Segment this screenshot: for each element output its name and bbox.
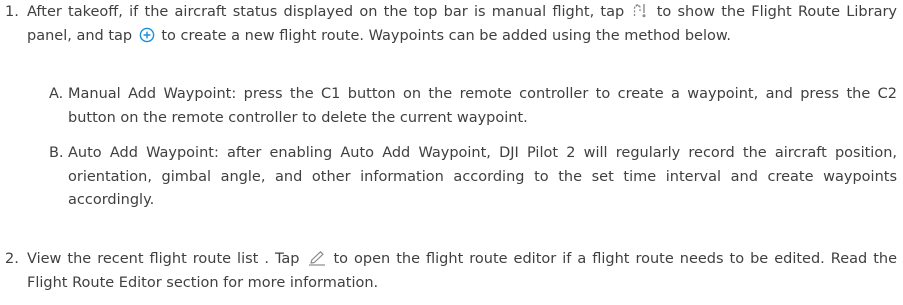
substep-letter: B. [49, 145, 64, 161]
step-2: 2. View the recent flight route list . T… [5, 248, 897, 295]
step-1: 1. After takeoff, if the aircraft status… [5, 1, 897, 48]
step-text: After takeoff, if the aircraft status di… [27, 2, 897, 44]
manual-page: 1. After takeoff, if the aircraft status… [0, 0, 903, 305]
substep-letter: A. [49, 86, 64, 102]
route-library-icon [632, 2, 648, 19]
substep-b: B. Auto Add Waypoint: after enabling Aut… [49, 142, 897, 213]
edit-pencil-icon [308, 250, 326, 266]
substep-text: Manual Add Waypoint: press the C1 button… [68, 86, 897, 126]
step-number: 1. [5, 4, 19, 20]
add-circle-icon [139, 27, 155, 43]
step-text: View the recent flight route list . Tap … [27, 250, 898, 291]
substep-a: A. Manual Add Waypoint: press the C1 but… [49, 83, 897, 130]
substep-text: Auto Add Waypoint: after enabling Auto A… [68, 145, 897, 208]
step-number: 2. [5, 251, 19, 267]
